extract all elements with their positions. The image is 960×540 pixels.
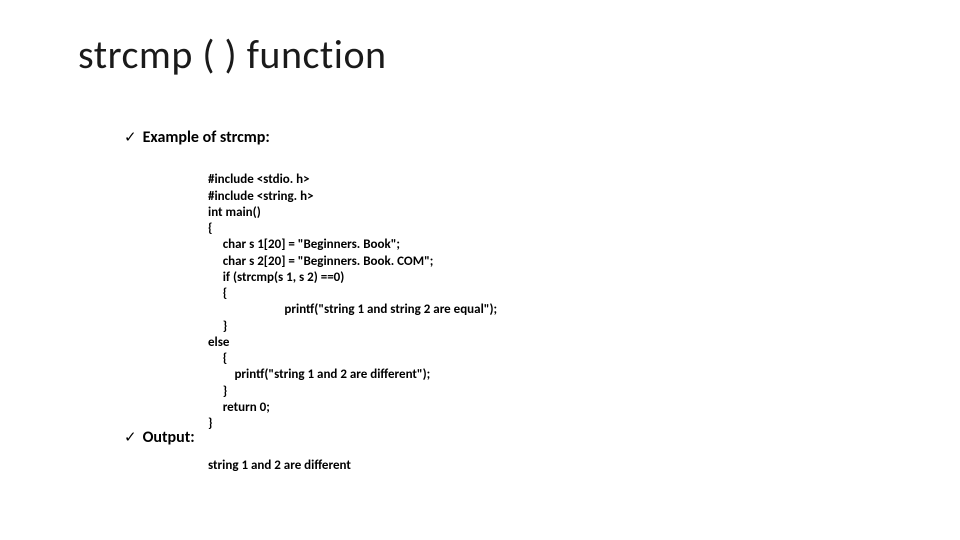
code-line: #include <stdio. h>	[208, 172, 310, 187]
code-line: return 0;	[208, 400, 270, 415]
code-line: if (strcmp(s 1, s 2) ==0)	[208, 270, 344, 285]
code-line: printf("string 1 and string 2 are equal"…	[208, 302, 497, 317]
bullet-output: ✓ Output:	[124, 428, 195, 447]
code-line: }	[208, 319, 227, 334]
output-text: string 1 and 2 are different	[208, 458, 351, 473]
code-line: int main()	[208, 205, 261, 220]
code-block: #include <stdio. h> #include <string. h>…	[208, 156, 497, 449]
bullet-output-label: Output:	[143, 428, 195, 447]
bullet-example-label: Example of strcmp:	[143, 128, 270, 147]
code-line: char s 2[20] = "Beginners. Book. COM";	[208, 254, 433, 269]
code-line: #include <string. h>	[208, 189, 314, 204]
code-line: printf("string 1 and 2 are different");	[208, 367, 430, 382]
code-line: {	[208, 351, 227, 366]
slide: strcmp ( ) function ✓ Example of strcmp:…	[0, 0, 960, 540]
code-line: }	[208, 416, 212, 431]
check-icon: ✓	[124, 128, 137, 147]
bullet-example: ✓ Example of strcmp:	[124, 128, 270, 147]
code-line: char s 1[20] = "Beginners. Book";	[208, 237, 400, 252]
code-line: else	[208, 335, 229, 350]
check-icon: ✓	[124, 428, 137, 447]
code-line: {	[208, 286, 227, 301]
code-line: {	[208, 221, 212, 236]
slide-title: strcmp ( ) function	[78, 30, 387, 79]
code-line: }	[208, 384, 227, 399]
